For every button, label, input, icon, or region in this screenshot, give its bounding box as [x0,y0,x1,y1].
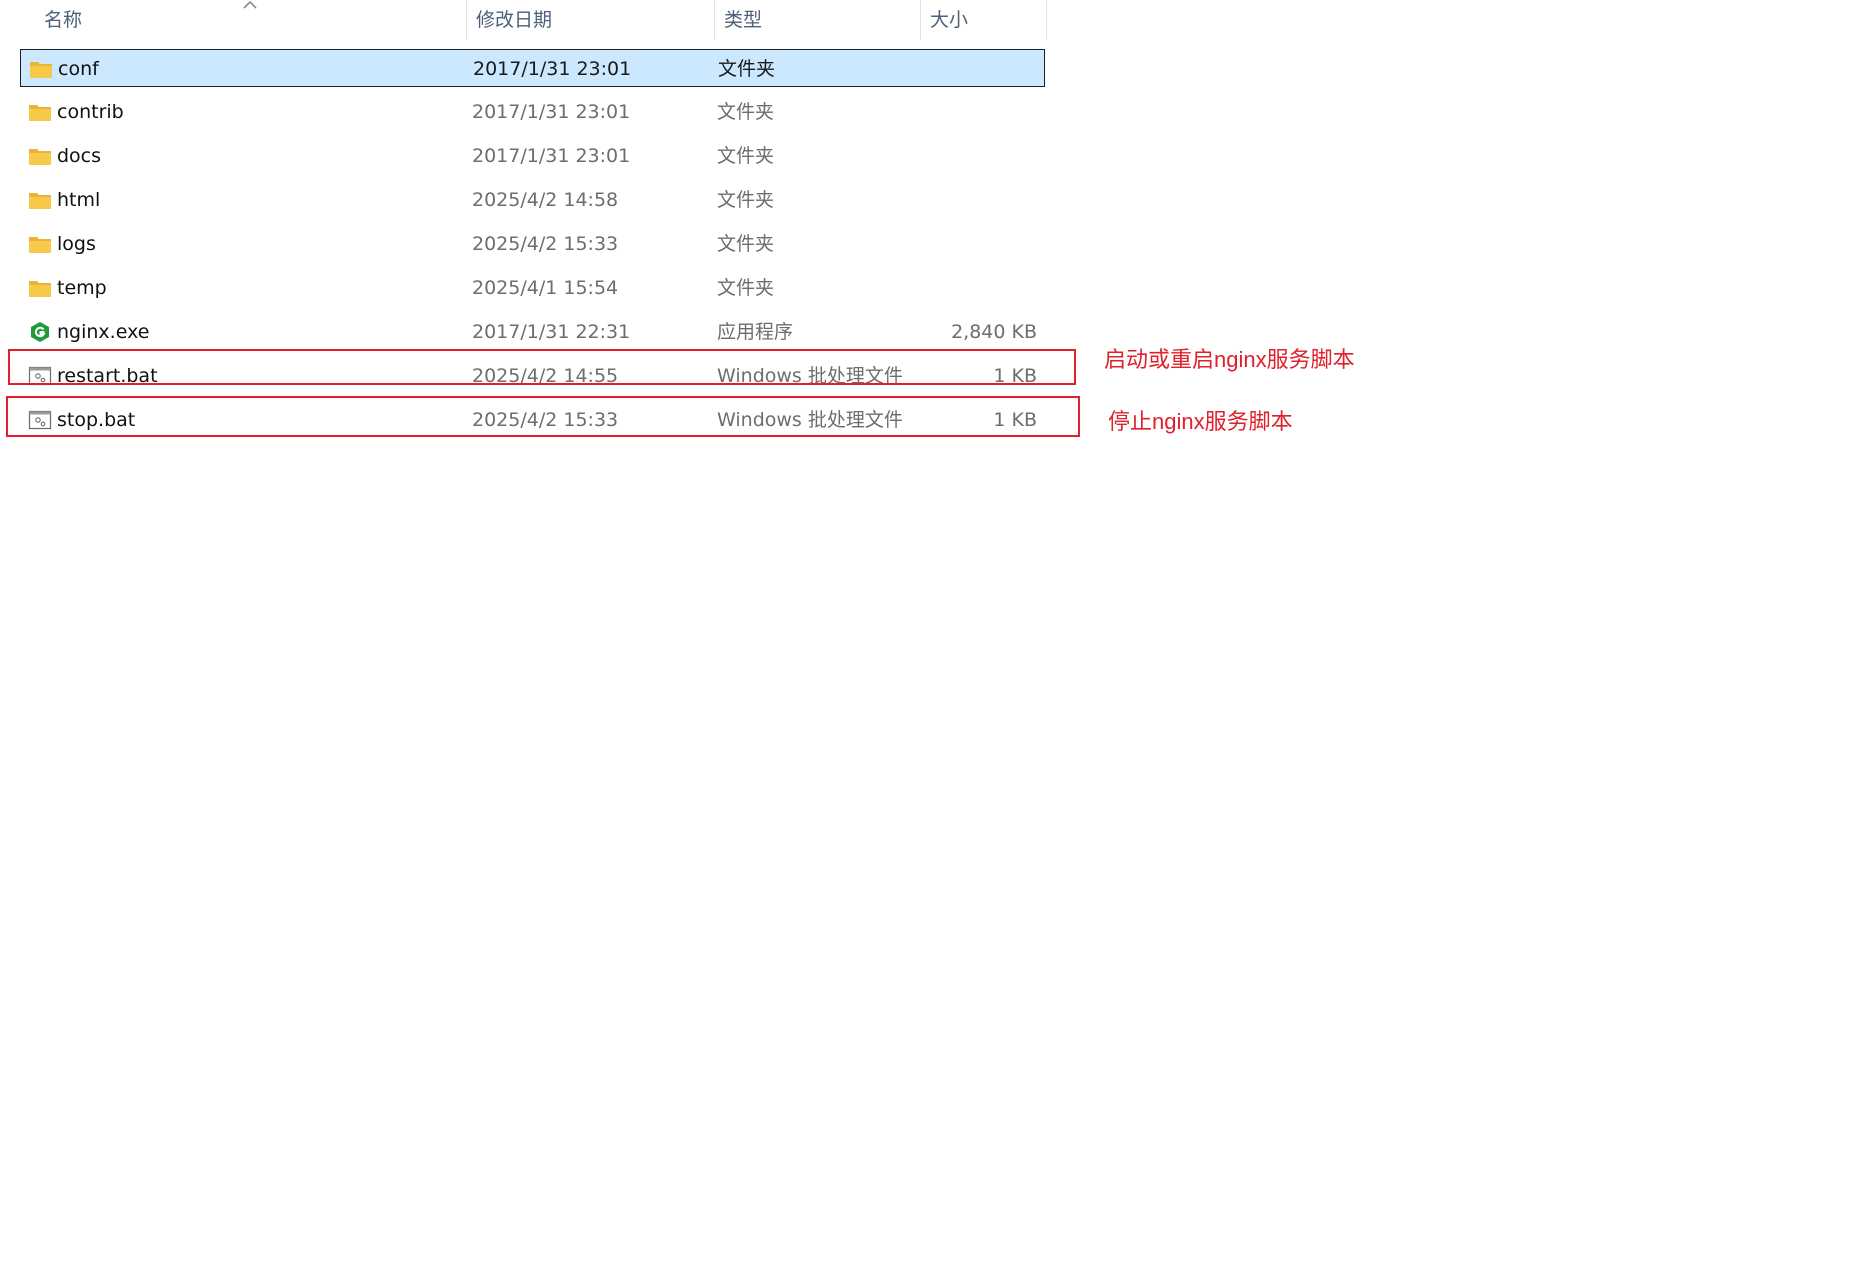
file-type: 应用程序 [717,321,794,343]
file-type: 文件夹 [717,189,775,211]
file-date: 2017/1/31 23:01 [472,145,631,167]
file-date: 2025/4/2 14:58 [472,189,619,211]
folder-icon [29,237,51,253]
column-size-header[interactable]: 大小 [921,0,1045,42]
file-type: 文件夹 [718,58,776,80]
file-date: 2025/4/2 15:33 [472,233,619,255]
file-name: conf [58,58,99,80]
file-name: logs [57,233,96,255]
folder-icon [29,105,51,121]
file-row-docs[interactable]: docs 2017/1/31 23:01 文件夹 [20,137,1045,175]
file-date: 2025/4/1 15:54 [472,277,619,299]
file-name: nginx.exe [57,321,150,343]
file-name: html [57,189,101,211]
annotation-box-stop [6,396,1080,437]
file-row-logs[interactable]: logs 2025/4/2 15:33 文件夹 [20,225,1045,263]
column-date-header[interactable]: 修改日期 [467,0,713,42]
file-row-temp[interactable]: temp 2025/4/1 15:54 文件夹 [20,269,1045,307]
folder-icon [30,62,52,78]
file-type: 文件夹 [717,145,775,167]
column-type-header[interactable]: 类型 [715,0,919,42]
file-name: contrib [57,101,124,123]
column-header: 名称 修改日期 类型 大小 [0,0,1048,42]
file-type: 文件夹 [717,101,775,123]
sort-ascending-icon [243,0,257,9]
file-type: 文件夹 [717,233,775,255]
file-name: docs [57,145,102,167]
file-size: 2,840 KB [951,321,1037,343]
folder-icon [29,193,51,209]
file-type: 文件夹 [717,277,775,299]
file-row-contrib[interactable]: contrib 2017/1/31 23:01 文件夹 [20,93,1045,131]
annotation-box-restart [8,349,1076,385]
annotation-stop-note: 停止nginx服务脚本 [1108,409,1293,434]
file-date: 2017/1/31 23:01 [472,101,631,123]
file-row-nginx-exe[interactable]: nginx.exe 2017/1/31 22:31 应用程序 2,840 KB [20,313,1045,351]
file-row-html[interactable]: html 2025/4/2 14:58 文件夹 [20,181,1045,219]
file-date: 2017/1/31 23:01 [473,58,632,80]
file-row-conf[interactable]: conf 2017/1/31 23:01 文件夹 [20,49,1045,87]
file-explorer: 名称 修改日期 类型 大小 conf 2017/1/31 23:01 文件夹 c… [0,0,1869,1278]
folder-icon [29,149,51,165]
file-name: temp [57,277,107,299]
column-separator[interactable] [1046,0,1047,40]
annotation-restart-note: 启动或重启nginx服务脚本 [1104,347,1355,372]
file-date: 2017/1/31 22:31 [472,321,631,343]
nginx-app-icon [31,322,49,342]
folder-icon [29,281,51,297]
